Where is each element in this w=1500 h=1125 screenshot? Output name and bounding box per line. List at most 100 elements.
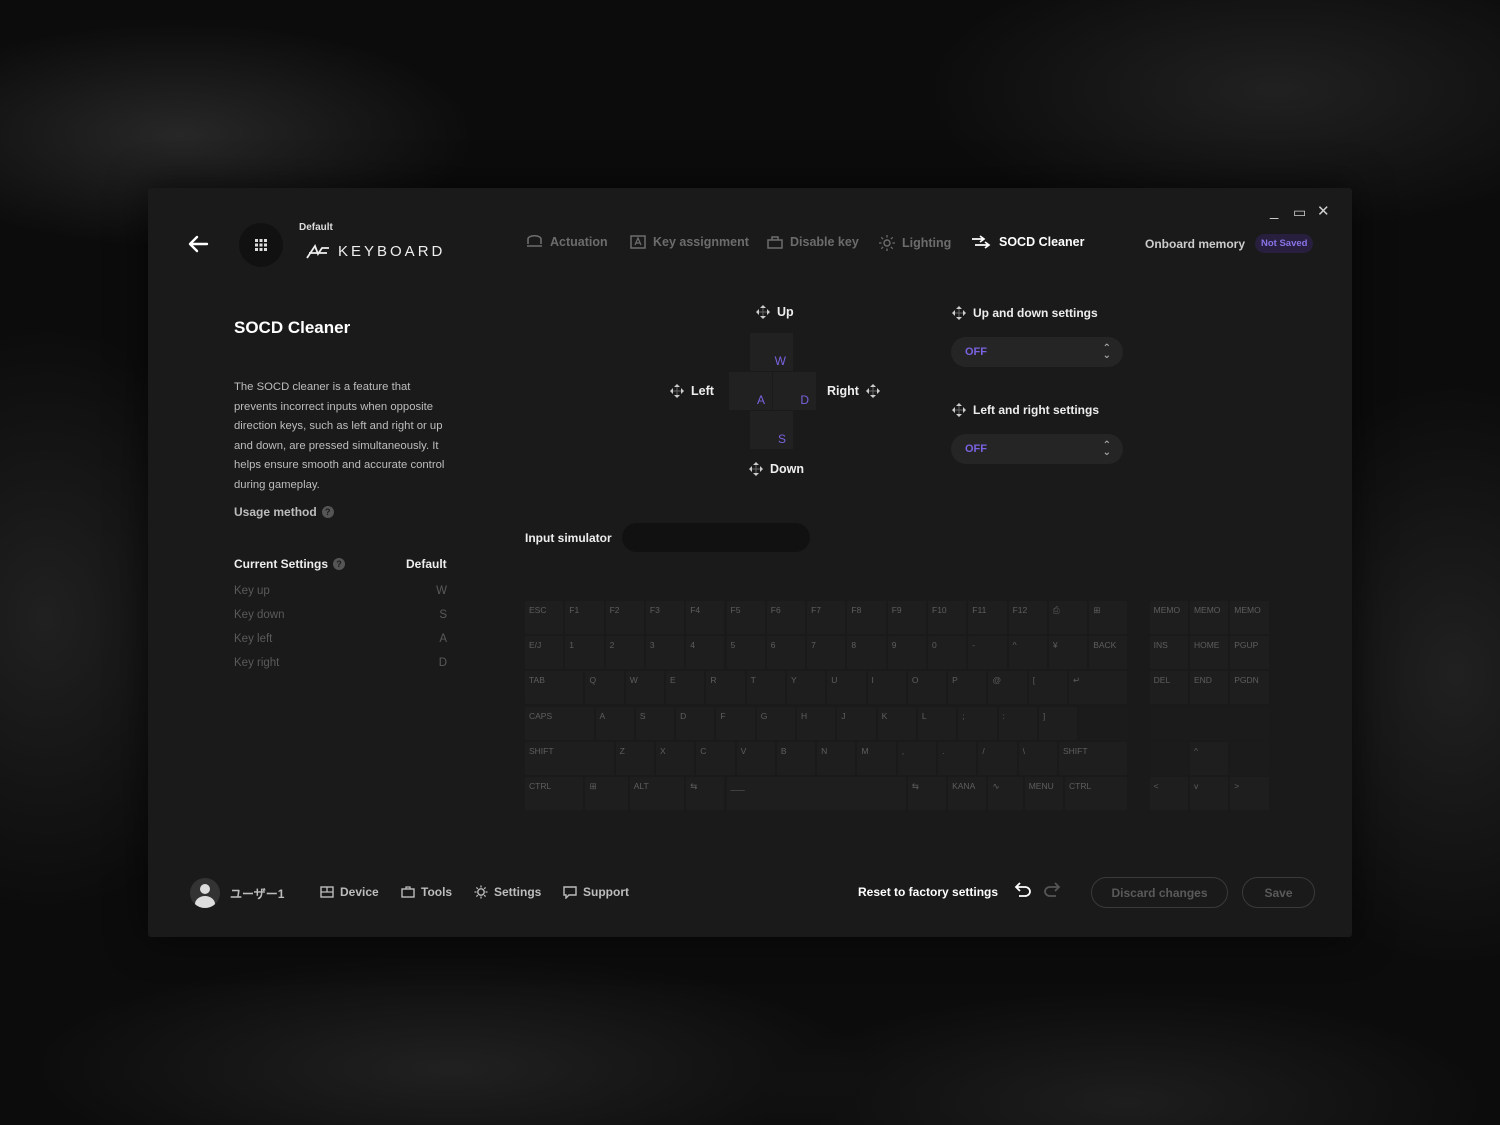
keyboard-key[interactable]: E/J (525, 636, 564, 670)
maximize-button[interactable]: ▭ (1293, 204, 1306, 220)
keyboard-key[interactable]: TAB (525, 671, 584, 705)
keyboard-key[interactable]: [ (1028, 671, 1068, 705)
keyboard-key[interactable]: ⇆ (686, 777, 725, 810)
keyboard-key[interactable]: K (877, 706, 916, 740)
help-icon[interactable]: ? (321, 506, 334, 518)
keyboard-key[interactable]: F (716, 706, 755, 740)
keyboard-key[interactable]: H (797, 706, 836, 740)
keyboard-key[interactable]: F6 (766, 601, 806, 634)
keyboard-key[interactable]: HOME (1189, 636, 1229, 670)
keyboard-key[interactable]: O (907, 671, 947, 705)
keyboard-key[interactable]: 4 (686, 636, 725, 670)
keyboard-key[interactable]: 0 (928, 636, 967, 670)
keyboard-key[interactable]: > (1230, 777, 1269, 810)
tab-lighting[interactable]: Lighting (879, 235, 951, 251)
redo-icon[interactable] (1043, 881, 1061, 897)
keyboard-key[interactable]: F3 (645, 601, 685, 634)
keyboard-key[interactable]: SHIFT (525, 741, 614, 775)
keyboard-key[interactable]: 3 (645, 636, 685, 670)
keyboard-key[interactable]: ⊞ (1089, 601, 1128, 634)
keyboard-key[interactable]: ] (1038, 706, 1078, 740)
tab-disable-key[interactable]: Disable key (767, 235, 859, 249)
back-arrow-icon[interactable] (186, 232, 210, 256)
keyboard-key[interactable]: : (998, 706, 1037, 740)
keyboard-key[interactable]: S (635, 706, 675, 740)
keyboard-key[interactable]: L (917, 706, 957, 740)
keyboard-key[interactable]: ⇆ (907, 777, 947, 810)
minimize-button[interactable]: _ (1270, 204, 1278, 220)
keyboard-key[interactable]: ↵ (1069, 671, 1128, 705)
keyboard-key[interactable]: , (897, 741, 937, 775)
keyboard-key[interactable]: P (948, 671, 987, 705)
keyboard-key[interactable]: MENU (1024, 777, 1064, 810)
keyboard-key[interactable]: ALT (629, 777, 685, 810)
key-left-a[interactable]: A (729, 372, 772, 410)
profile-name[interactable]: Default (299, 222, 333, 233)
keyboard-key[interactable]: 8 (847, 636, 886, 670)
keyboard-key[interactable]: DEL (1149, 671, 1188, 705)
keyboard-key[interactable]: ¥ (1048, 636, 1088, 670)
leftright-select[interactable]: OFF ⌃ ⌄ (951, 434, 1123, 464)
keyboard-key[interactable]: 2 (605, 636, 644, 670)
keyboard-key[interactable]: v (1189, 777, 1229, 810)
keyboard-key[interactable]: X (655, 741, 695, 775)
keyboard-key[interactable]: MEMO (1189, 601, 1229, 634)
keyboard-key[interactable]: F5 (726, 601, 765, 634)
apps-grid-button[interactable] (239, 223, 283, 267)
discard-changes-button[interactable]: Discard changes (1091, 877, 1228, 908)
undo-icon[interactable] (1014, 881, 1032, 897)
keyboard-key[interactable]: B (776, 741, 816, 775)
keyboard-key[interactable]: < (1149, 777, 1188, 810)
keyboard-key[interactable]: CTRL (1065, 777, 1128, 810)
close-button[interactable]: ✕ (1317, 204, 1330, 220)
user-profile[interactable]: ユーザー1 (190, 878, 284, 908)
support-button[interactable]: Support (563, 885, 629, 899)
keyboard-key[interactable]: ^ (1189, 741, 1229, 775)
tab-socd-cleaner[interactable]: SOCD Cleaner (971, 235, 1084, 249)
keyboard-key[interactable]: ESC (525, 601, 564, 634)
keyboard-key[interactable]: E (666, 671, 705, 705)
keyboard-key[interactable]: MEMO (1149, 601, 1188, 634)
keyboard-key[interactable]: W (625, 671, 665, 705)
keyboard-key[interactable]: R (706, 671, 745, 705)
keyboard-key[interactable]: KANA (948, 777, 987, 810)
keyboard-key[interactable]: . (938, 741, 977, 775)
keyboard-key[interactable]: CAPS (525, 706, 594, 740)
keyboard-key[interactable]: F7 (807, 601, 846, 634)
device-button[interactable]: Device (320, 885, 379, 899)
key-right-d[interactable]: D (773, 372, 816, 410)
keyboard-key[interactable]: F12 (1008, 601, 1047, 634)
keyboard-key[interactable]: F8 (847, 601, 886, 634)
keyboard-key[interactable]: G (756, 706, 796, 740)
keyboard-key[interactable]: 7 (807, 636, 846, 670)
keyboard-key[interactable]: 9 (887, 636, 926, 670)
key-up-w[interactable]: W (750, 333, 793, 371)
reset-factory-button[interactable]: Reset to factory settings (858, 885, 998, 899)
keyboard-key[interactable]: ⊞ (585, 777, 628, 810)
keyboard-key[interactable]: F10 (928, 601, 967, 634)
keyboard-key[interactable]: V (736, 741, 775, 775)
keyboard-key[interactable]: Y (786, 671, 826, 705)
keyboard-key[interactable]: BACK (1089, 636, 1128, 670)
tab-actuation[interactable]: Actuation (526, 235, 608, 249)
keyboard-key[interactable]: U (827, 671, 866, 705)
keyboard-key[interactable]: N (817, 741, 856, 775)
keyboard-key[interactable]: 6 (766, 636, 806, 670)
keyboard-key[interactable]: J (837, 706, 876, 740)
keyboard-key[interactable]: ^ (1008, 636, 1047, 670)
keyboard-key[interactable]: 5 (726, 636, 765, 670)
keyboard-key[interactable]: INS (1149, 636, 1188, 670)
keyboard-key[interactable]: ; (958, 706, 997, 740)
usage-method-link[interactable]: Usage method ? (234, 505, 334, 519)
onboard-memory-label[interactable]: Onboard memory (1145, 237, 1245, 251)
keyboard-key[interactable]: END (1189, 671, 1229, 705)
key-down-s[interactable]: S (750, 411, 793, 449)
keyboard-key[interactable]: Z (615, 741, 654, 775)
keyboard-key[interactable]: / (978, 741, 1017, 775)
updown-select[interactable]: OFF ⌃ ⌄ (951, 337, 1123, 367)
keyboard-key[interactable]: A (595, 706, 634, 740)
keyboard-key[interactable]: F1 (565, 601, 604, 634)
keyboard-key[interactable]: Q (585, 671, 624, 705)
keyboard-key[interactable]: M (857, 741, 896, 775)
keyboard-key[interactable]: C (696, 741, 735, 775)
